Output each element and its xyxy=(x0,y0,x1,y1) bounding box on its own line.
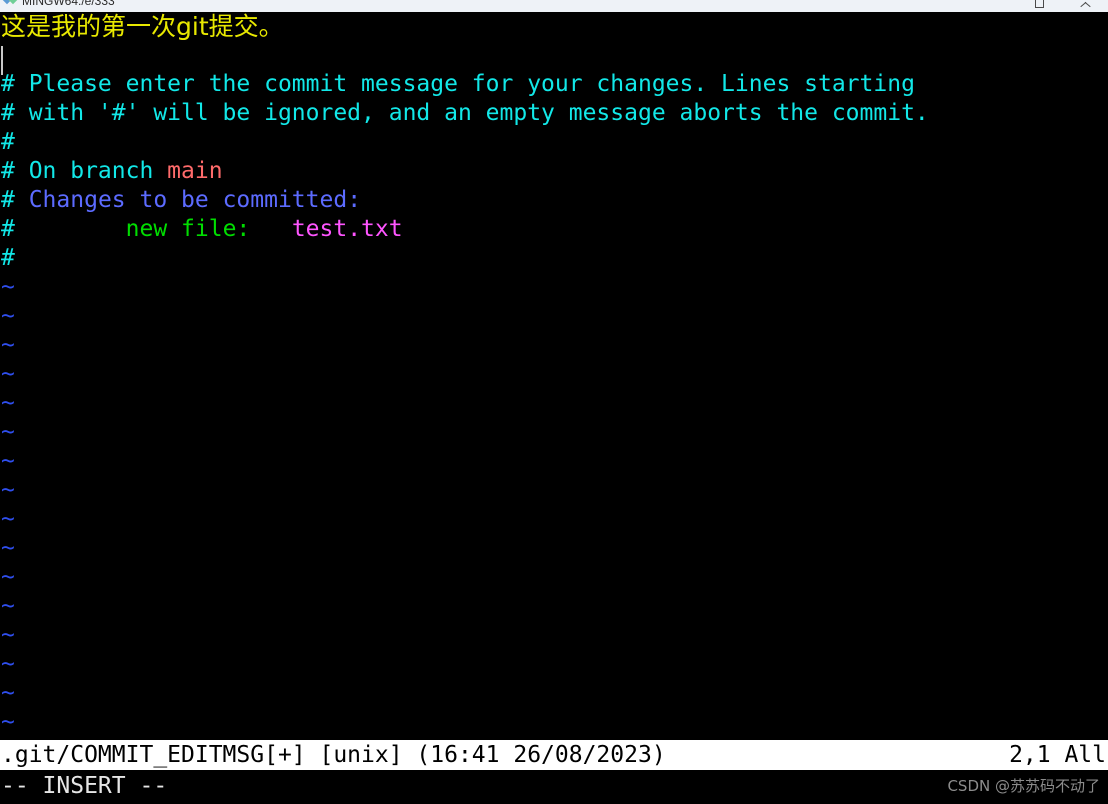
branch-line-prefix: # On branch xyxy=(1,158,168,184)
csdn-watermark: CSDN @苏苏码不动了 xyxy=(947,777,1100,795)
commit-message-line[interactable]: 这是我的第一次git提交。 xyxy=(0,12,1108,41)
empty-line-marker: ~ xyxy=(1,622,15,648)
empty-line-marker: ~ xyxy=(1,303,15,329)
branch-name: main xyxy=(167,158,223,184)
empty-line-marker: ~ xyxy=(1,274,15,300)
blank-line[interactable] xyxy=(0,41,1108,70)
empty-line-marker: ~ xyxy=(1,448,15,474)
insert-mode-indicator: -- INSERT -- xyxy=(1,773,168,799)
empty-line-marker: ~ xyxy=(1,332,15,358)
changed-file-gap xyxy=(250,216,292,242)
changed-file-hash: # xyxy=(1,216,29,242)
titlebar-left-group: MINGW64:/e/333 xyxy=(2,0,115,8)
maximize-icon xyxy=(1034,0,1044,8)
changed-file-name: test.txt xyxy=(291,216,403,242)
vim-mode-line: -- INSERT -- CSDN @苏苏码不动了 xyxy=(0,770,1108,804)
window-title: MINGW64:/e/333 xyxy=(22,0,115,8)
empty-line-marker: ~ xyxy=(1,477,15,503)
vim-status-line: .git/COMMIT_EDITMSG[+] [unix] (16:41 26/… xyxy=(0,740,1108,770)
empty-line-marker: ~ xyxy=(1,390,15,416)
chevron-up-button[interactable] xyxy=(1062,0,1108,12)
empty-line-marker: ~ xyxy=(1,680,15,706)
empty-line-markers: ~ ~ ~ ~ ~ ~ ~ ~ ~ ~ ~ ~ ~ ~ ~ ~ xyxy=(0,273,1108,737)
vim-editor-buffer[interactable]: 这是我的第一次git提交。 # Please enter the commit … xyxy=(0,12,1108,740)
changed-file-status: new file: xyxy=(125,216,251,242)
empty-line-marker: ~ xyxy=(1,593,15,619)
branch-line: # On branch main xyxy=(0,157,1108,186)
empty-line-marker: ~ xyxy=(1,361,15,387)
text-cursor xyxy=(1,46,3,75)
empty-line-marker: ~ xyxy=(1,419,15,445)
changes-header-text: Changes to be committed: xyxy=(28,187,362,213)
empty-line-marker: ~ xyxy=(1,709,15,735)
empty-line-marker: ~ xyxy=(1,535,15,561)
chevron-up-icon xyxy=(1081,0,1090,8)
status-file-info: .git/COMMIT_EDITMSG[+] [unix] (16:41 26/… xyxy=(1,742,666,768)
terminal-window: MINGW64:/e/333 这是我的第一次git提交。 # Please en… xyxy=(0,0,1108,804)
changed-file-indent xyxy=(29,216,126,242)
comment-line-3: # xyxy=(1,129,15,155)
comment-line-1: # Please enter the commit message for yo… xyxy=(1,71,915,97)
comment-line-2: # with '#' will be ignored, and an empty… xyxy=(1,100,929,126)
changes-header-line: # Changes to be committed: xyxy=(0,186,1108,215)
trailing-comment-line: # xyxy=(1,245,15,271)
changed-file-line: # new file: test.txt xyxy=(0,215,1108,244)
window-controls xyxy=(1016,0,1108,12)
empty-line-marker: ~ xyxy=(1,651,15,677)
empty-line-marker: ~ xyxy=(1,506,15,532)
window-titlebar: MINGW64:/e/333 xyxy=(0,0,1108,12)
mingw-diamond-icon xyxy=(2,0,18,7)
maximize-button[interactable] xyxy=(1016,0,1062,12)
status-cursor-position: 2,1 All xyxy=(1009,742,1106,768)
changes-header-hash: # xyxy=(1,187,29,213)
empty-line-marker: ~ xyxy=(1,564,15,590)
